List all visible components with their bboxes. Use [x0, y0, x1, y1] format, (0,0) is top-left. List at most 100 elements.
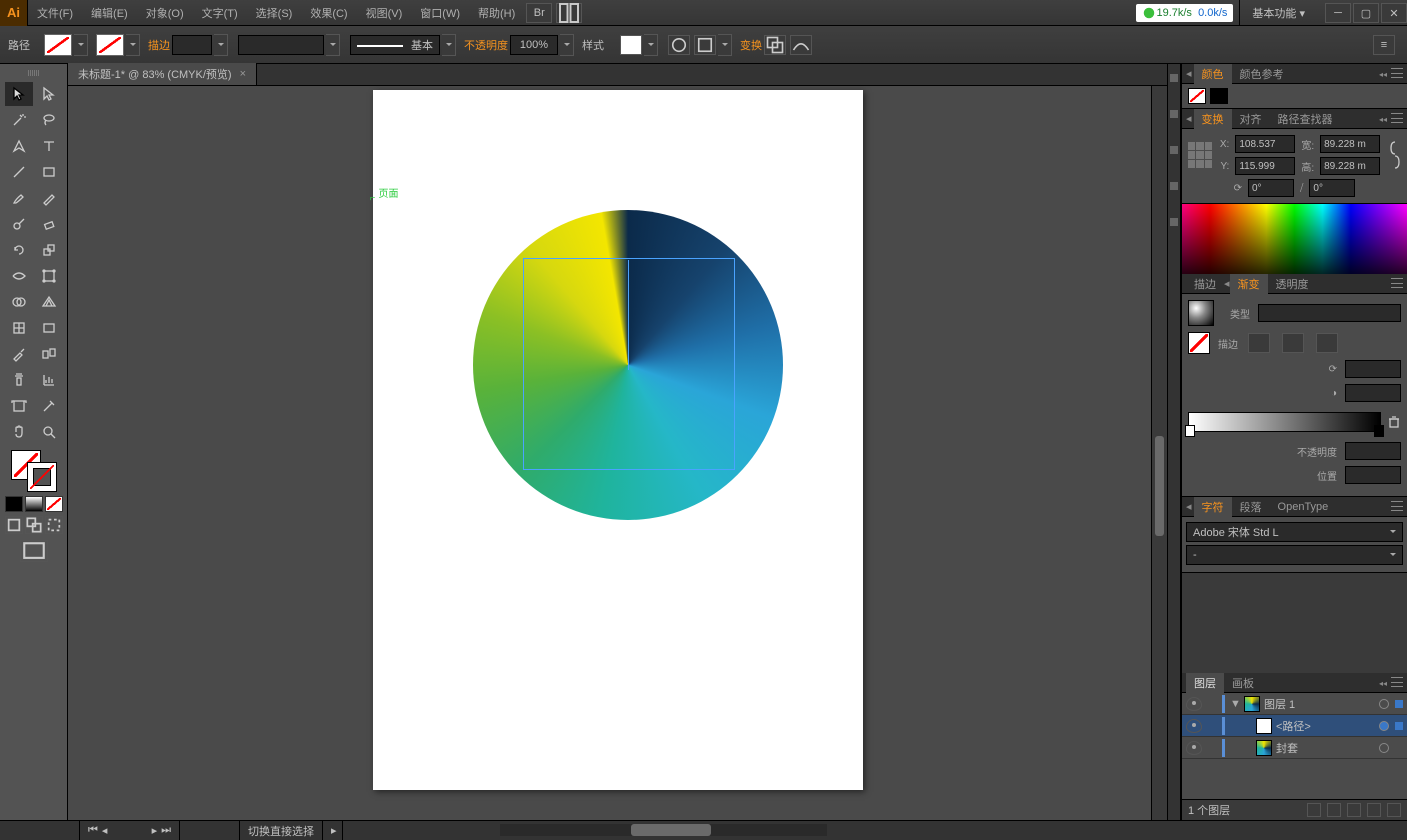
- delete-stop-icon[interactable]: [1387, 415, 1401, 429]
- tab-transparency[interactable]: 透明度: [1268, 274, 1317, 294]
- selection-bounding-box[interactable]: [523, 258, 735, 470]
- artboard-prev-icon[interactable]: ◂: [102, 824, 108, 837]
- opacity-drop[interactable]: [560, 34, 574, 56]
- fill-none-swatch[interactable]: [1188, 88, 1206, 104]
- brush-def[interactable]: 基本: [350, 35, 440, 55]
- visibility-icon[interactable]: [1186, 697, 1202, 711]
- lasso-tool[interactable]: [35, 108, 63, 132]
- window-minimize[interactable]: ─: [1325, 3, 1351, 23]
- layer-name[interactable]: <路径>: [1276, 718, 1311, 734]
- slice-tool[interactable]: [35, 394, 63, 418]
- perspective-tool[interactable]: [35, 290, 63, 314]
- tab-align[interactable]: 对齐: [1232, 109, 1270, 129]
- opacity-value[interactable]: 100%: [510, 35, 558, 55]
- stroke-dropdown[interactable]: [126, 34, 140, 56]
- transform-y[interactable]: 115.999: [1235, 157, 1295, 175]
- gradient-tool[interactable]: [35, 316, 63, 340]
- direct-selection-tool[interactable]: [35, 82, 63, 106]
- opacity-link[interactable]: 不透明度: [464, 37, 508, 53]
- gradient-stroke-none[interactable]: [1188, 332, 1210, 354]
- symbol-sprayer-tool[interactable]: [5, 368, 33, 392]
- window-close[interactable]: ✕: [1381, 3, 1407, 23]
- window-maximize[interactable]: ▢: [1353, 3, 1379, 23]
- stroke-indicator[interactable]: [27, 462, 57, 492]
- paintbrush-tool[interactable]: [5, 186, 33, 210]
- artboard-last-icon[interactable]: ⏭: [161, 824, 171, 837]
- graphic-style-drop[interactable]: [644, 34, 658, 56]
- selection-tool[interactable]: [5, 82, 33, 106]
- collapse-icon[interactable]: ◂◂: [1379, 70, 1387, 79]
- tab-pathfinder[interactable]: 路径查找器: [1270, 109, 1341, 129]
- artboard-tool[interactable]: [5, 394, 33, 418]
- eyedropper-tool[interactable]: [5, 342, 33, 366]
- target-icon[interactable]: [1379, 699, 1389, 709]
- extra-icon[interactable]: [790, 35, 812, 55]
- brush-def-drop[interactable]: [442, 34, 456, 56]
- tab-paragraph[interactable]: 段落: [1232, 497, 1270, 517]
- artboard-first-icon[interactable]: ⏮: [88, 824, 98, 837]
- pen-tool[interactable]: [5, 134, 33, 158]
- menu-help[interactable]: 帮助(H): [469, 0, 524, 26]
- fill-swatch[interactable]: [44, 34, 72, 56]
- menu-select[interactable]: 选择(S): [247, 0, 302, 26]
- layer-row[interactable]: 封套: [1182, 737, 1407, 759]
- color-spectrum[interactable]: [1182, 204, 1407, 274]
- grad-aspect[interactable]: [1345, 384, 1401, 402]
- layer-row[interactable]: ▼ 图层 1: [1182, 693, 1407, 715]
- draw-inside[interactable]: [45, 516, 63, 534]
- blob-brush-tool[interactable]: [5, 212, 33, 236]
- grad-angle[interactable]: [1345, 360, 1401, 378]
- grad-stop-position[interactable]: [1345, 466, 1401, 484]
- tab-layers[interactable]: 图层: [1186, 673, 1224, 693]
- visibility-icon[interactable]: [1186, 719, 1202, 733]
- layer-row[interactable]: <路径>: [1182, 715, 1407, 737]
- layer-name[interactable]: 图层 1: [1264, 696, 1295, 712]
- zoom-tool[interactable]: [35, 420, 63, 444]
- collapsed-panel-strip[interactable]: [1167, 64, 1181, 820]
- stroke-weight-drop[interactable]: [214, 34, 228, 56]
- menu-file[interactable]: 文件(F): [28, 0, 82, 26]
- canvas[interactable]: ⌐ 页面: [68, 86, 1167, 820]
- twisty-icon[interactable]: ▼: [1230, 698, 1240, 710]
- menu-type[interactable]: 文字(T): [193, 0, 247, 26]
- reference-point[interactable]: [1188, 142, 1212, 168]
- menu-object[interactable]: 对象(O): [137, 0, 193, 26]
- link-wh-icon[interactable]: [1388, 140, 1401, 170]
- magic-wand-tool[interactable]: [5, 108, 33, 132]
- grad-stroke-across[interactable]: [1316, 333, 1338, 353]
- gradient-type[interactable]: [1258, 304, 1401, 322]
- horizontal-scrollbar[interactable]: [500, 824, 827, 836]
- document-tab[interactable]: 未标题-1* @ 83% (CMYK/预览) ×: [68, 63, 257, 85]
- rectangle-tool[interactable]: [35, 160, 63, 184]
- panel-menu-icon[interactable]: ≡: [1373, 35, 1395, 55]
- close-tab-icon[interactable]: ×: [240, 68, 246, 80]
- mesh-tool[interactable]: [5, 316, 33, 340]
- blend-tool[interactable]: [35, 342, 63, 366]
- tab-color[interactable]: 颜色: [1194, 64, 1232, 84]
- new-layer-icon[interactable]: [1367, 803, 1381, 817]
- tab-color-guide[interactable]: 颜色参考: [1232, 64, 1292, 84]
- bridge-icon[interactable]: Br: [526, 3, 552, 23]
- arrange-icon[interactable]: [556, 3, 582, 23]
- toolbox-grip[interactable]: [4, 68, 64, 78]
- grad-stop-opacity[interactable]: [1345, 442, 1401, 460]
- menu-view[interactable]: 视图(V): [357, 0, 412, 26]
- vertical-scrollbar[interactable]: [1151, 86, 1167, 820]
- locate-layer-icon[interactable]: [1307, 803, 1321, 817]
- transform-h[interactable]: 89.228 m: [1320, 157, 1380, 175]
- make-clip-icon[interactable]: [1327, 803, 1341, 817]
- free-transform-tool[interactable]: [35, 264, 63, 288]
- font-style[interactable]: -: [1186, 545, 1403, 565]
- tab-opentype[interactable]: OpenType: [1270, 497, 1337, 517]
- fill-stroke-indicator[interactable]: [11, 450, 57, 492]
- panel-menu-icon[interactable]: [1391, 68, 1403, 78]
- font-family[interactable]: Adobe 宋体 Std L: [1186, 522, 1403, 542]
- target-icon[interactable]: [1379, 743, 1389, 753]
- isolate-icon[interactable]: [764, 35, 786, 55]
- artboard-next-icon[interactable]: ▸: [152, 824, 158, 837]
- stroke-black-swatch[interactable]: [1210, 88, 1228, 104]
- menu-window[interactable]: 窗口(W): [411, 0, 469, 26]
- layer-name[interactable]: 封套: [1276, 740, 1298, 756]
- new-sublayer-icon[interactable]: [1347, 803, 1361, 817]
- stroke-swatch[interactable]: [96, 34, 124, 56]
